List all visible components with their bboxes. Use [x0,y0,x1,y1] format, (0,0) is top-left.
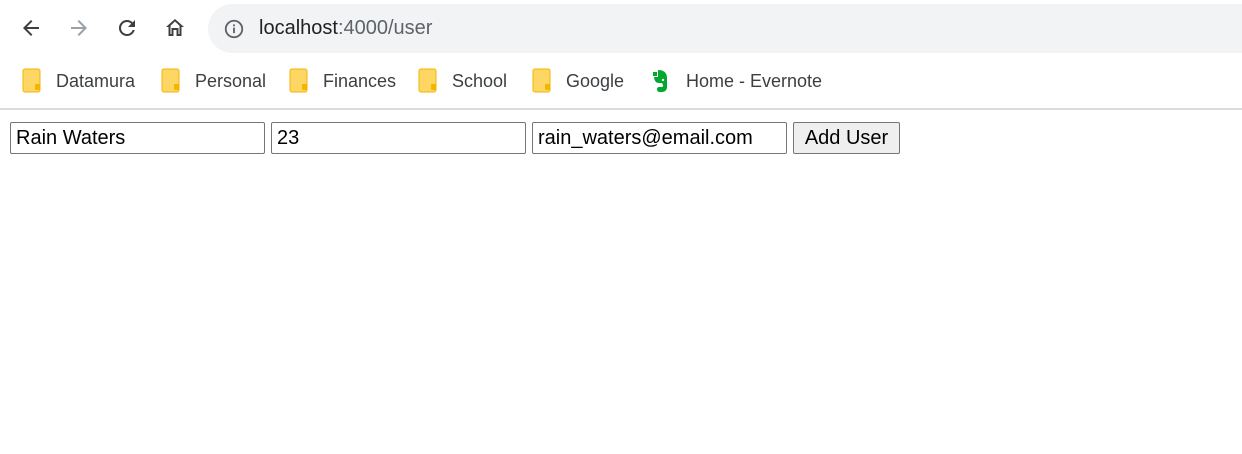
home-button[interactable] [159,12,191,44]
reload-button[interactable] [111,12,143,44]
home-icon [166,19,184,36]
page-content: Add User [0,110,1242,454]
site-info-icon[interactable] [222,17,246,41]
bookmark-datamura[interactable]: Datamura [22,66,135,96]
browser-toolbar: localhost:4000/user Datamura Personal Fi… [0,0,1242,110]
bookmarks-bar: Datamura Personal Finances School Google [0,60,1242,102]
reload-icon [118,19,135,36]
bookmark-personal[interactable]: Personal [161,66,266,96]
bookmark-label: Personal [195,70,267,91]
bookmark-label: School [452,70,508,91]
url-host: localhost [259,17,338,39]
folder-icon [289,68,309,94]
folder-icon [532,68,552,94]
bookmark-evernote[interactable]: Home - Evernote [648,66,822,96]
forward-arrow-icon [71,20,87,36]
email-input[interactable] [532,122,787,154]
name-input[interactable] [10,122,265,154]
bookmark-label: Finances [323,70,397,91]
address-bar[interactable]: localhost:4000/user [208,4,1242,53]
bookmark-label: Home - Evernote [686,70,823,91]
age-input[interactable] [271,122,526,154]
folder-icon [161,68,181,94]
url-text: localhost:4000/user [259,17,432,40]
url-path: :4000/user [337,17,433,39]
folder-icon [418,68,438,94]
back-button[interactable] [15,12,47,44]
bookmark-label: Google [566,70,625,91]
forward-button[interactable] [63,12,95,44]
add-user-button[interactable]: Add User [793,122,900,154]
bookmark-label: Datamura [56,70,136,91]
bookmark-google[interactable]: Google [532,66,624,96]
back-arrow-icon [23,20,39,36]
folder-icon [22,68,42,94]
evernote-icon [648,68,672,94]
bookmark-school[interactable]: School [418,66,507,96]
bookmark-finances[interactable]: Finances [289,66,396,96]
